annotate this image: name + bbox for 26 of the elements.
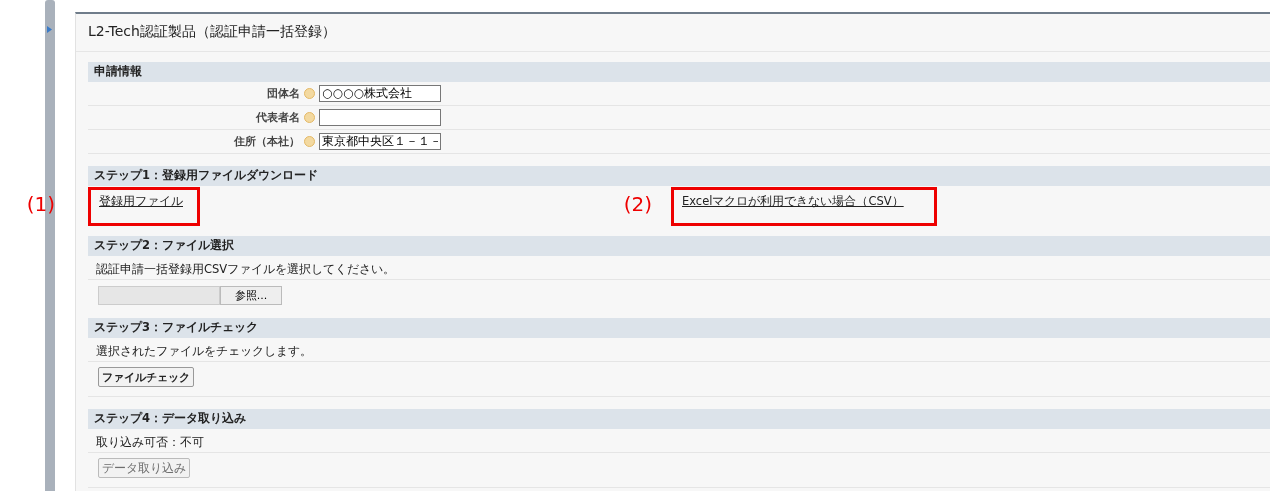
input-field[interactable] xyxy=(319,109,441,126)
section-heading: ステップ2：ファイル選択 xyxy=(88,236,1270,256)
action-button[interactable]: ファイルチェック xyxy=(98,367,194,387)
annotation-label: (2) xyxy=(623,192,652,216)
instruction-text: 取り込み可否：不可 xyxy=(96,434,204,450)
section-heading: 申請情報 xyxy=(88,62,1270,82)
expand-arrow-icon[interactable] xyxy=(47,26,52,33)
download-link[interactable]: 登録用ファイル xyxy=(99,194,183,208)
field-label: 団体名 xyxy=(266,86,300,101)
input-field[interactable]: ○○○○株式会社 xyxy=(319,85,441,102)
field-label: 代表者名 xyxy=(255,110,300,125)
file-path-field[interactable] xyxy=(98,285,220,305)
section-heading: ステップ4：データ取り込み xyxy=(88,409,1270,429)
help-icon[interactable] xyxy=(304,88,315,99)
section-heading: ステップ1：登録用ファイルダウンロード xyxy=(88,166,1270,186)
annotation-label: (1) xyxy=(26,192,55,216)
help-icon[interactable] xyxy=(304,136,315,147)
instruction-text: 認証申請一括登録用CSVファイルを選択してください。 xyxy=(96,261,396,277)
page-title: L2-Tech認証製品（認証申請一括登録） xyxy=(76,14,1270,52)
input-field[interactable]: 東京都中央区１－１－ xyxy=(319,133,441,150)
browse-button[interactable]: 参照... xyxy=(220,285,282,305)
field-label: 住所（本社） xyxy=(233,134,300,149)
download-link[interactable]: Excelマクロが利用できない場合（CSV） xyxy=(682,194,904,208)
section-heading: ステップ3：ファイルチェック xyxy=(88,318,1270,338)
instruction-text: 選択されたファイルをチェックします。 xyxy=(96,343,312,359)
help-icon[interactable] xyxy=(304,112,315,123)
